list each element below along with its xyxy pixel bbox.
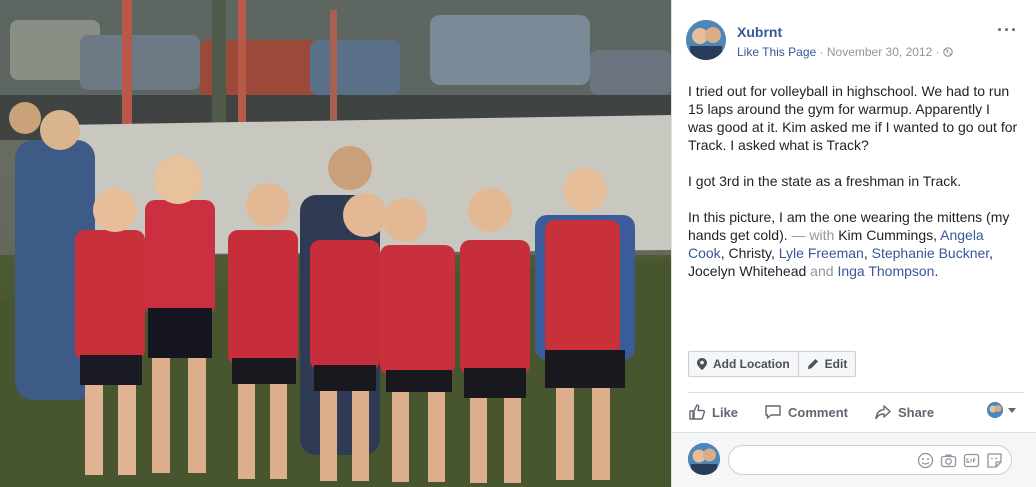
location-pin-icon <box>697 358 707 370</box>
like-button[interactable]: Like <box>688 403 738 421</box>
page-avatar[interactable] <box>686 20 726 60</box>
gif-icon[interactable] <box>963 452 980 469</box>
comment-tools <box>917 452 1003 469</box>
edit-button[interactable]: Edit <box>797 352 856 376</box>
caption-paragraph-2: I got 3rd in the state as a freshman in … <box>688 173 962 189</box>
page-name-link[interactable]: Xubrnt <box>737 24 782 40</box>
caption-paragraph-1: I tried out for volleyball in highschool… <box>688 83 1018 153</box>
comment-label: Comment <box>788 404 848 420</box>
post-caption: I tried out for volleyball in highschool… <box>688 82 1018 298</box>
post-date[interactable]: November 30, 2012 <box>827 45 932 59</box>
with-label: — with <box>787 227 839 243</box>
emoji-icon[interactable] <box>917 452 934 469</box>
tag-stephanie-buckner[interactable]: Stephanie Buckner <box>872 245 990 261</box>
comment-input[interactable] <box>728 445 1012 475</box>
photo-actions: Add Location Edit <box>688 351 857 377</box>
comment-icon <box>765 405 781 419</box>
meta-separator: · <box>819 45 824 59</box>
tagged-plain-2: , Christy, <box>720 245 779 261</box>
share-label: Share <box>897 404 935 420</box>
sticker-icon[interactable] <box>986 452 1003 469</box>
and-label: and <box>806 263 838 279</box>
commenter-avatar <box>688 443 720 475</box>
divider <box>688 392 1024 393</box>
pencil-icon <box>807 359 818 369</box>
share-button[interactable]: Share <box>874 403 934 421</box>
add-location-label: Add Location <box>713 357 790 371</box>
meta-separator-2: · <box>935 45 940 59</box>
like-icon <box>689 404 706 420</box>
camera-icon[interactable] <box>940 452 957 469</box>
tag-lyle-freeman[interactable]: Lyle Freeman <box>779 245 864 261</box>
photo-image <box>0 0 671 487</box>
post-photo[interactable] <box>0 0 671 487</box>
add-location-button[interactable]: Add Location <box>689 352 798 376</box>
tagged-plain-1: Kim Cummings <box>838 227 934 243</box>
like-label: Like <box>712 404 739 420</box>
globe-icon[interactable] <box>943 46 953 57</box>
chevron-down-icon <box>1008 407 1016 413</box>
post-sidebar: Xubrnt Like This Page · November 30, 201… <box>671 0 1036 487</box>
more-icon[interactable]: ··· <box>997 20 1018 41</box>
comment-button[interactable]: Comment <box>764 403 848 421</box>
like-page-link[interactable]: Like This Page <box>737 45 816 59</box>
page-mini-avatar <box>987 402 1003 418</box>
react-as-selector[interactable] <box>987 402 1016 418</box>
edit-label: Edit <box>824 357 848 371</box>
tag-inga-thompson[interactable]: Inga Thompson <box>837 263 934 279</box>
caption-end: . <box>934 263 939 279</box>
reaction-bar: Like Comment Share <box>688 398 1024 426</box>
caption-paragraph-3: In this picture, I am the one wearing th… <box>688 208 1018 280</box>
post-meta: Like This Page · November 30, 2012 · <box>737 45 953 59</box>
tag-comma-2: , <box>863 245 872 261</box>
share-icon <box>875 405 891 420</box>
comment-composer <box>672 432 1036 487</box>
post-header: Xubrnt Like This Page · November 30, 201… <box>686 20 1024 64</box>
